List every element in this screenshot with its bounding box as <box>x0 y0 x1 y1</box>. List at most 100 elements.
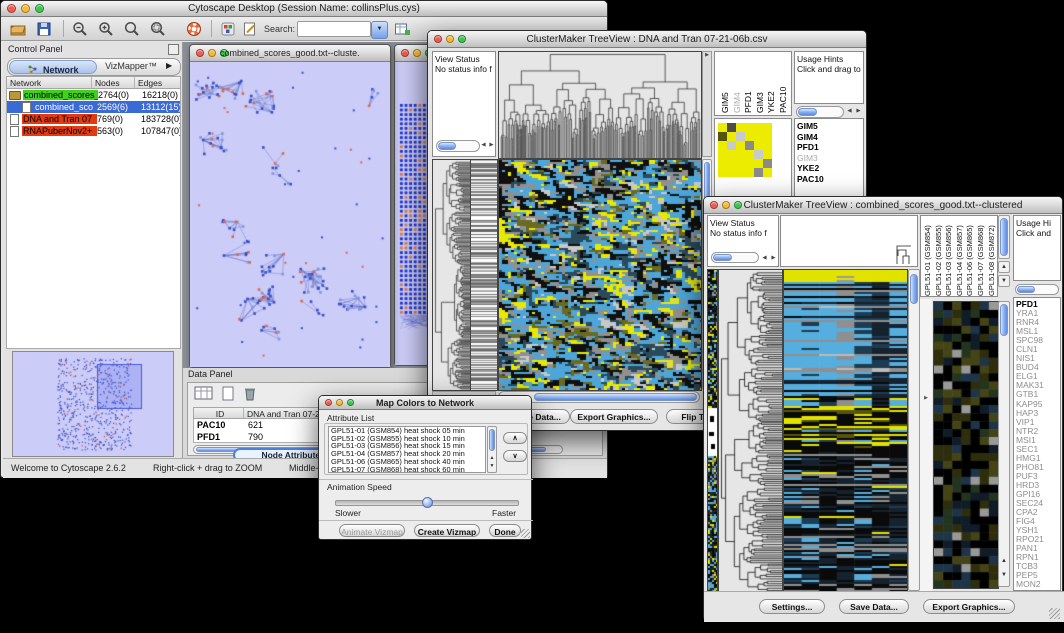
scroll-up-button[interactable]: ▲ <box>999 558 1009 564</box>
export-graphics-button[interactable]: Export Graphics... <box>923 599 1015 614</box>
close-button[interactable] <box>710 201 718 209</box>
column-header-edges[interactable]: Edges <box>135 77 180 88</box>
more-tabs-button[interactable]: ▶ <box>166 61 172 70</box>
matrix-cell[interactable] <box>718 159 727 168</box>
column-header-network[interactable]: Network <box>7 77 92 88</box>
scroll-down-button[interactable]: ▼ <box>998 275 1010 287</box>
animation-speed-slider[interactable] <box>335 500 519 506</box>
close-button[interactable] <box>196 49 204 57</box>
network-table-row[interactable]: combined_sco2569(6)13112(15) <box>7 101 180 113</box>
view-status-scrollbar[interactable] <box>436 140 480 152</box>
scroll-up-button[interactable]: ▲ <box>488 455 496 461</box>
matrix-cell[interactable] <box>763 159 772 168</box>
matrix-cell[interactable] <box>736 141 745 150</box>
resize-grip[interactable] <box>1049 608 1060 619</box>
network-table-row[interactable]: RNAPuberNov2+563(0)107847(0) <box>7 125 180 137</box>
network-table-row[interactable]: DNA and Tran 07769(0)183728(0) <box>7 113 180 125</box>
matrix-cell[interactable] <box>763 150 772 159</box>
matrix-cell[interactable] <box>727 159 736 168</box>
close-button[interactable] <box>401 49 409 57</box>
create-vizmap-button[interactable]: Create Vizmap <box>414 524 480 537</box>
matrix-cell[interactable] <box>718 123 727 132</box>
matrix-cell[interactable] <box>727 168 736 177</box>
gene-list-item[interactable]: YKE2 <box>795 163 863 174</box>
heatmap-main-view[interactable] <box>783 269 908 593</box>
column-header-nodes[interactable]: Nodes <box>92 77 135 88</box>
row-dendrogram[interactable] <box>718 269 783 593</box>
matrix-cell[interactable] <box>754 159 763 168</box>
save-session-icon[interactable] <box>35 20 53 43</box>
column-header-id[interactable]: ID <box>194 408 244 418</box>
matrix-cell[interactable] <box>718 141 727 150</box>
attribute-browser-icon[interactable] <box>393 20 411 43</box>
dialog-titlebar[interactable]: Map Colors to Network <box>319 396 531 410</box>
animate-vizmap-button[interactable]: Animate Vizmap <box>339 524 405 537</box>
zoom-in-icon[interactable] <box>97 20 115 43</box>
matrix-cell[interactable] <box>754 132 763 141</box>
close-button[interactable] <box>7 4 16 13</box>
scrollbar-thumb[interactable] <box>1000 218 1008 256</box>
export-graphics-button[interactable]: Export Graphics... <box>570 409 658 424</box>
zoom-view-vscrollbar[interactable]: ▲ ▼ <box>998 301 1010 587</box>
network-overview-panel[interactable] <box>12 351 174 457</box>
heatmap-main-view[interactable] <box>498 159 702 391</box>
settings-button[interactable]: Settings... <box>759 599 825 614</box>
gene-list-item[interactable]: GIM4 <box>795 132 863 143</box>
attribute-list-item[interactable]: GPL51-07 (GSM868) heat shock 60 min <box>329 466 485 473</box>
view-a-titlebar[interactable]: combined_scores_good.txt--cluste... <box>190 45 390 62</box>
column-dendrogram[interactable] <box>498 51 702 159</box>
dendrogram-scroll-strip[interactable]: ▶ <box>702 51 712 157</box>
gene-list-item[interactable]: GIM3 <box>795 153 863 164</box>
matrix-cell[interactable] <box>763 132 772 141</box>
minimize-button[interactable] <box>446 35 454 43</box>
matrix-cell[interactable] <box>745 141 754 150</box>
matrix-cell[interactable] <box>745 123 754 132</box>
scrollbar-thumb[interactable] <box>1000 304 1008 336</box>
matrix-cell[interactable] <box>736 123 745 132</box>
minimize-button[interactable] <box>21 4 30 13</box>
scroll-up-button[interactable]: ▲ <box>998 261 1010 273</box>
matrix-cell[interactable] <box>727 123 736 132</box>
new-attribute-icon[interactable] <box>220 386 236 406</box>
scroll-down-button[interactable]: ▼ <box>488 463 496 469</box>
matrix-cell[interactable] <box>745 132 754 141</box>
move-down-button[interactable]: ∨ <box>503 450 527 462</box>
resize-grip[interactable] <box>521 529 530 538</box>
matrix-cell[interactable] <box>736 159 745 168</box>
vizmapper-icon[interactable] <box>219 20 237 43</box>
search-dropdown-button[interactable]: ▼ <box>371 21 388 39</box>
network-table-row[interactable]: combined_scores_2764(0)16218(0) <box>7 89 180 101</box>
usage-hints-scrollbar[interactable] <box>1015 284 1059 295</box>
matrix-cell[interactable] <box>763 141 772 150</box>
help-icon[interactable] <box>185 20 203 43</box>
minimize-button[interactable] <box>413 49 421 57</box>
matrix-cell[interactable] <box>718 168 727 177</box>
treeview-dna-titlebar[interactable]: ClusterMaker TreeView : DNA and Tran 07-… <box>428 31 866 48</box>
network-canvas-a[interactable] <box>190 62 390 367</box>
minimize-button[interactable] <box>336 399 343 406</box>
main-titlebar[interactable]: Cytoscape Desktop (Session Name: collins… <box>1 1 607 17</box>
gene-list-item[interactable]: PFD1 <box>795 142 863 153</box>
close-button[interactable] <box>434 35 442 43</box>
scrollbar-thumb[interactable] <box>910 274 918 304</box>
view-status-scrollbar[interactable] <box>711 252 759 263</box>
minimize-button[interactable] <box>208 49 216 57</box>
row-dendrogram[interactable] <box>432 159 471 391</box>
matrix-cell[interactable] <box>736 150 745 159</box>
scrollbar-thumb[interactable] <box>1017 286 1035 293</box>
scroll-right-icon[interactable]: ▶ <box>769 253 778 267</box>
search-input[interactable] <box>297 21 371 37</box>
zoom-selected-icon[interactable] <box>149 20 167 43</box>
scrollbar-thumb[interactable] <box>534 393 697 401</box>
done-button[interactable]: Done <box>489 524 521 537</box>
scrollbar-thumb[interactable] <box>438 142 456 150</box>
usage-hints-scrollbar[interactable] <box>796 106 844 118</box>
matrix-cell[interactable] <box>763 123 772 132</box>
delete-attribute-icon[interactable] <box>242 386 258 406</box>
scroll-right-icon[interactable]: ▶ <box>487 140 496 157</box>
scrollbar-thumb[interactable] <box>489 429 495 451</box>
similarity-matrix[interactable] <box>718 123 772 177</box>
scrollbar-thumb[interactable] <box>798 108 817 116</box>
scroll-down-button[interactable]: ▼ <box>999 572 1009 578</box>
column-dendrogram-panel[interactable] <box>780 215 918 267</box>
